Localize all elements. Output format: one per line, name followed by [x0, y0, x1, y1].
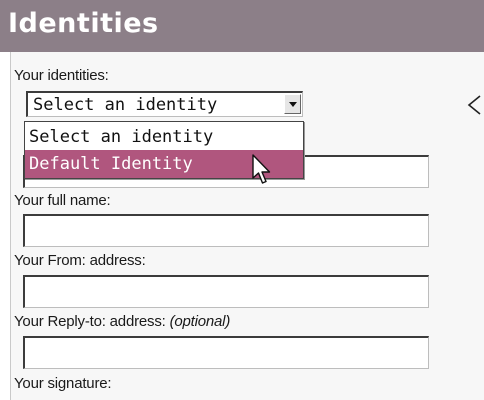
signature-label: Your signature: [14, 375, 112, 392]
from-address-label: Your From: address: [14, 252, 146, 269]
full-name-label: Your full name: [14, 192, 111, 209]
identity-select-value: Select an identity [33, 95, 218, 115]
reply-to-optional: (optional) [169, 313, 231, 330]
full-name-field[interactable] [23, 214, 429, 247]
option-select-identity[interactable]: Select an identity [25, 123, 303, 151]
identities-label: Your identities: [14, 67, 109, 84]
reply-to-field[interactable] [23, 336, 429, 369]
chevron-down-icon[interactable] [284, 94, 301, 114]
page-title: Identities [8, 8, 159, 39]
chevron-left-icon[interactable] [466, 94, 482, 116]
reply-to-label-text: Your Reply-to: address: [14, 313, 166, 330]
identity-select[interactable]: Select an identity [26, 91, 303, 117]
from-address-field[interactable] [23, 275, 429, 308]
identities-header: Identities [0, 0, 484, 52]
identities-window: Identities Your identities: Select an id… [0, 0, 484, 400]
mouse-pointer-icon [252, 154, 271, 184]
reply-to-label: Your Reply-to: address: (optional) [14, 313, 230, 330]
